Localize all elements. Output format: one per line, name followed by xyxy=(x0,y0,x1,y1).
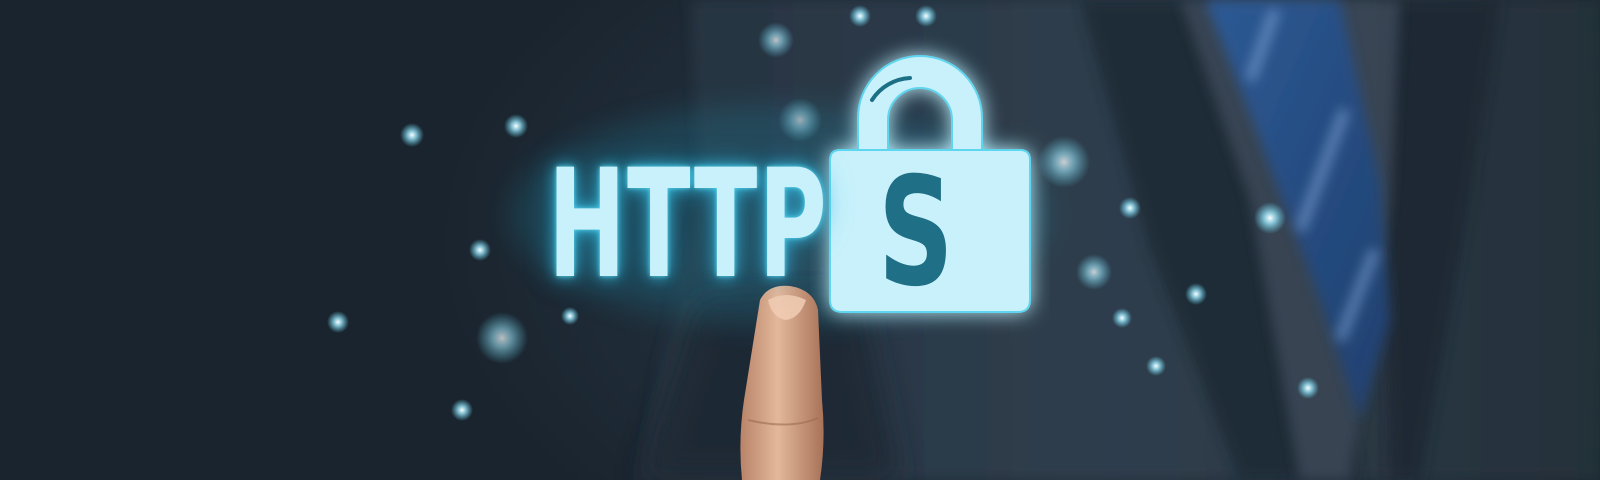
padlock-letter: S xyxy=(878,146,954,320)
photo-scene: HTTPS S xyxy=(0,0,1600,480)
https-headline: HTTPS xyxy=(548,138,828,312)
